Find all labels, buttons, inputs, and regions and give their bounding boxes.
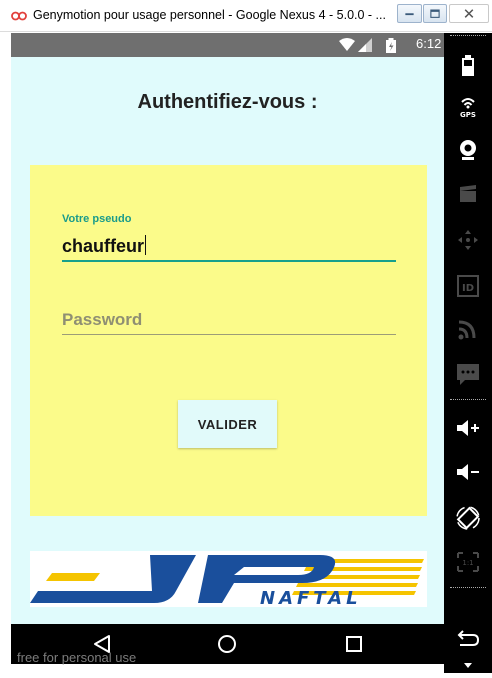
battery-icon: [462, 55, 474, 76]
id-label: ID: [462, 283, 474, 294]
jp-naftal-logo: NAFTAL: [30, 551, 427, 609]
pseudo-value: chauffeur: [62, 236, 145, 256]
app-screen: Authentifiez-vous : Votre pseudo chauffe…: [11, 57, 444, 624]
pixel-perfect-tool[interactable]: 1:1: [444, 547, 492, 577]
back-tool[interactable]: [444, 625, 492, 655]
capture-tool[interactable]: [444, 179, 492, 209]
dpad-icon: [458, 230, 478, 250]
volume-down-tool[interactable]: [444, 457, 492, 487]
rss-tool[interactable]: [444, 315, 492, 345]
valider-button[interactable]: VALIDER: [178, 400, 277, 448]
text-cursor: [145, 235, 147, 255]
volume-up-tool[interactable]: [444, 413, 492, 443]
close-icon: [464, 9, 474, 18]
battery-tool[interactable]: [444, 51, 492, 81]
id-tool[interactable]: ID: [444, 271, 492, 301]
pseudo-input[interactable]: chauffeur: [62, 235, 147, 257]
gps-label: GPS: [460, 111, 476, 119]
toolbar-divider: [450, 399, 486, 400]
pseudo-label: Votre pseudo: [62, 213, 132, 225]
volume-up-icon: [457, 420, 479, 436]
close-button[interactable]: [449, 4, 489, 23]
minimize-icon: [405, 13, 414, 16]
pixel-perfect-icon: 1:1: [457, 552, 479, 572]
capture-icon: [460, 185, 476, 202]
signal-icon: [358, 38, 372, 52]
scale-label: 1:1: [462, 559, 473, 567]
rotate-tool[interactable]: [444, 503, 492, 533]
window-titlebar: Genymotion pour usage personnel - Google…: [0, 0, 492, 32]
dpad-tool[interactable]: [444, 225, 492, 255]
webcam-tool[interactable]: [444, 135, 492, 165]
maximize-icon: [430, 9, 440, 18]
android-status-bar: 6:12: [11, 33, 444, 57]
menu-icon: [464, 663, 472, 668]
menu-tool[interactable]: [444, 653, 492, 678]
nav-recents-icon[interactable]: [343, 633, 365, 655]
genymotion-app-icon: [11, 11, 27, 21]
login-form-panel: Votre pseudo chauffeur VALIDER: [30, 165, 427, 516]
nav-home-icon[interactable]: [216, 633, 238, 655]
page-title: Authentifiez-vous :: [137, 91, 318, 113]
webcam-icon: [460, 140, 476, 160]
gps-tool[interactable]: GPS: [444, 91, 492, 121]
jp-naftal-logo-graphic: NAFTAL: [30, 555, 424, 609]
status-time: 6:12: [416, 36, 442, 51]
toolbar-divider: [450, 35, 486, 36]
pseudo-input-underline: [62, 260, 396, 262]
battery-status-icon: [386, 38, 396, 53]
toolbar-divider: [450, 587, 486, 588]
rss-icon: [458, 320, 476, 340]
volume-down-icon: [457, 464, 479, 480]
wifi-icon: [339, 38, 355, 51]
password-input[interactable]: [62, 305, 396, 335]
gps-icon: GPS: [460, 98, 476, 119]
minimize-button[interactable]: [397, 4, 422, 23]
rotate-icon: [456, 506, 480, 530]
maximize-button[interactable]: [423, 4, 447, 23]
sms-icon: [457, 364, 479, 385]
free-personal-use-watermark: free for personal use: [17, 650, 137, 665]
sms-tool[interactable]: [444, 359, 492, 389]
id-icon: ID: [457, 275, 479, 297]
back-icon: [457, 630, 480, 646]
genymotion-toolbar: GPS ID 1:1: [444, 33, 492, 673]
naftal-text: NAFTAL: [260, 588, 362, 607]
window-title: Genymotion pour usage personnel - Google…: [33, 8, 386, 22]
